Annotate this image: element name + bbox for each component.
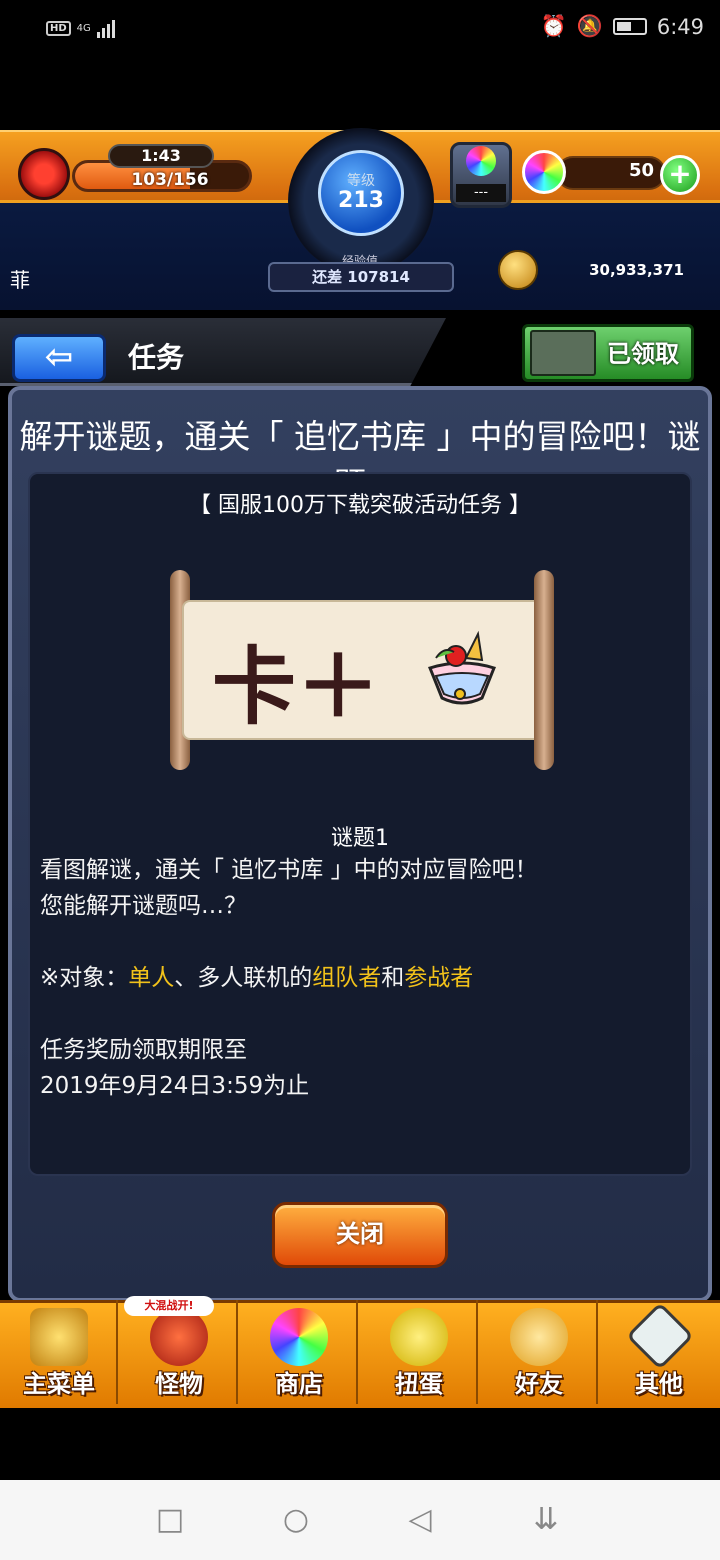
shop-orb-icon bbox=[270, 1308, 328, 1366]
stamina-value: 103/156 bbox=[131, 170, 209, 190]
castle-icon bbox=[30, 1308, 88, 1366]
nav-main-menu[interactable]: 主菜单 bbox=[0, 1300, 118, 1404]
rank-label: 等级 bbox=[347, 173, 375, 189]
target-single: 单人 bbox=[128, 965, 175, 991]
nav-shop[interactable]: 商店 bbox=[240, 1300, 358, 1404]
other-icon bbox=[626, 1302, 694, 1370]
status-bar: HD 4G ⏰ 🔕 6:49 bbox=[0, 0, 720, 62]
nav-friends[interactable]: 好友 bbox=[480, 1300, 598, 1404]
nav-gacha[interactable]: 扭蛋 bbox=[360, 1300, 478, 1404]
exp-remaining: 还差 107814 bbox=[268, 262, 454, 292]
friends-icon bbox=[510, 1308, 568, 1366]
deadline-value: 2019年9月24日3:59为止 bbox=[40, 1073, 310, 1099]
gold-coin-icon bbox=[498, 250, 538, 290]
home-icon[interactable]: ○ bbox=[276, 1500, 316, 1540]
stamina-timer: 1:43 bbox=[108, 144, 214, 168]
battery-icon bbox=[612, 18, 647, 35]
orb-count: 50 bbox=[628, 160, 654, 181]
target-participant: 参战者 bbox=[404, 965, 474, 991]
mute-icon: 🔕 bbox=[576, 14, 603, 38]
add-orb-button[interactable]: + bbox=[660, 155, 700, 195]
nav-label-other: 其他 bbox=[635, 1370, 683, 1398]
item-slot-text: --- bbox=[456, 184, 506, 202]
book-icon bbox=[530, 330, 596, 376]
alarm-icon: ⏰ bbox=[540, 14, 567, 38]
parfait-icon bbox=[428, 630, 496, 705]
gacha-egg-icon bbox=[390, 1308, 448, 1366]
nav-other[interactable]: 其他 bbox=[600, 1300, 718, 1404]
nav-label-gacha: 扭蛋 bbox=[395, 1370, 443, 1398]
nav-label-main-menu: 主菜单 bbox=[23, 1370, 95, 1398]
back-nav-icon[interactable]: ◁ bbox=[400, 1500, 440, 1540]
puzzle-instruction: 看图解谜，通关「 追忆书库 」中的对应冒险吧！ bbox=[40, 857, 538, 883]
monster-icon bbox=[150, 1308, 208, 1366]
deadline-label: 任务奖励领取期限至 bbox=[40, 1037, 247, 1063]
notification-pull-icon[interactable]: ⇊ bbox=[526, 1500, 566, 1540]
rank-value: 213 bbox=[338, 188, 384, 213]
back-button[interactable]: ⇦ bbox=[12, 334, 106, 382]
claimed-label: 已领取 bbox=[607, 340, 679, 368]
status-left: HD 4G bbox=[46, 18, 115, 38]
puzzle-question: 您能解开谜题吗…？ bbox=[40, 893, 247, 919]
nav-label-friends: 好友 bbox=[515, 1370, 563, 1398]
signal-icon bbox=[96, 18, 115, 38]
nav-label-shop: 商店 bbox=[275, 1370, 323, 1398]
rainbow-orb-icon bbox=[466, 146, 496, 176]
target-and: 和 bbox=[381, 965, 405, 991]
recent-apps-icon[interactable]: □ bbox=[150, 1500, 190, 1540]
puzzle-heading: 谜题1 bbox=[331, 826, 389, 851]
status-right: ⏰ 🔕 6:49 bbox=[541, 14, 704, 39]
scroll-rod-right bbox=[534, 570, 554, 770]
puzzle-image-text: 卡＋ bbox=[212, 637, 381, 736]
gold-count: 30,933,371 bbox=[589, 261, 684, 279]
nav-label-monster: 怪物 bbox=[155, 1370, 203, 1398]
stamina-icon bbox=[18, 148, 70, 200]
event-tag: 【 国服100万下载突破活动任务 】 bbox=[189, 493, 531, 518]
close-button[interactable]: 关闭 bbox=[272, 1202, 448, 1268]
page-title: 任务 bbox=[128, 341, 185, 374]
network-type: 4G bbox=[76, 22, 91, 34]
puzzle-scroll-image: 卡＋ bbox=[166, 566, 558, 776]
player-name: 菲 bbox=[10, 268, 30, 292]
hd-indicator: HD bbox=[46, 20, 71, 36]
target-line: ※对象：单人、多人联机的组队者和参战者 bbox=[40, 960, 473, 996]
target-leader: 组队者 bbox=[312, 965, 382, 991]
monster-event-badge: 大混战开! bbox=[124, 1296, 214, 1316]
target-sep: 、多人联机的 bbox=[174, 965, 313, 991]
system-nav-bar bbox=[0, 1480, 720, 1560]
clock: 6:49 bbox=[656, 14, 704, 39]
target-prefix: ※对象： bbox=[40, 965, 129, 991]
